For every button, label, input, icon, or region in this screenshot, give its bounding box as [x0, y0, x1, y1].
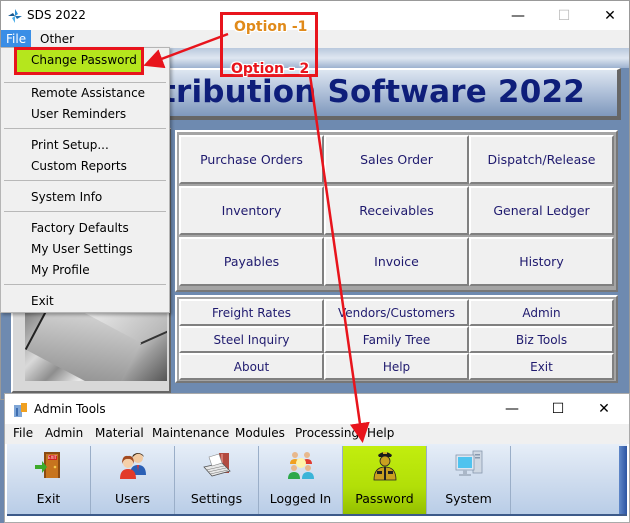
change-password-label: Change Password: [31, 53, 137, 67]
file-menu-dropdown: Change Password Remote Assistance User R…: [0, 47, 170, 313]
help-button[interactable]: Help: [324, 353, 469, 380]
change-password-menu-item[interactable]: Change Password: [14, 47, 144, 75]
admin-menu-modules[interactable]: Modules: [235, 426, 285, 440]
inventory-button[interactable]: Inventory: [179, 186, 324, 235]
admin-button[interactable]: Admin: [469, 299, 614, 326]
admin-toolbar: EXIT Exit Users Settings Logged In Passw…: [7, 444, 627, 516]
banner-title: istribution Software 2022: [131, 74, 585, 110]
toolbar-logged-in-label: Logged In: [269, 491, 332, 506]
toolbar-edge: [619, 446, 627, 514]
user-reminders-menu-item[interactable]: User Reminders: [31, 104, 126, 124]
family-tree-button[interactable]: Family Tree: [324, 326, 469, 353]
security-guard-icon: [373, 452, 397, 481]
purchase-orders-button[interactable]: Purchase Orders: [179, 135, 324, 184]
admin-close-button[interactable]: ✕: [581, 394, 627, 423]
toolbar-system-label: System: [445, 491, 492, 506]
utility-panel: Freight Rates Vendors/Customers Admin St…: [175, 295, 618, 383]
history-button[interactable]: History: [469, 237, 614, 286]
toolbar-settings-label: Settings: [190, 491, 243, 506]
close-icon: ✕: [598, 400, 610, 417]
remote-assistance-menu-item[interactable]: Remote Assistance: [31, 83, 145, 103]
admin-tools-icon: [14, 403, 27, 417]
dispatch-release-button[interactable]: Dispatch/Release: [469, 135, 614, 184]
custom-reports-menu-item[interactable]: Custom Reports: [31, 156, 127, 176]
module-panel: Purchase Orders Sales Order Dispatch/Rel…: [175, 130, 618, 292]
admin-menu-maintenance[interactable]: Maintenance: [152, 426, 229, 440]
exit-door-icon: EXIT: [35, 452, 60, 478]
invoice-button[interactable]: Invoice: [324, 237, 469, 286]
admin-window-title: Admin Tools: [34, 402, 106, 416]
admin-title-bar: Admin Tools — ☐ ✕: [5, 394, 629, 424]
admin-menu-bar: File Admin Material Maintenance Modules …: [5, 424, 629, 444]
admin-maximize-button[interactable]: ☐: [535, 394, 581, 423]
admin-menu-processing[interactable]: Processing: [295, 426, 359, 440]
toolbar-password-button[interactable]: Password: [343, 446, 427, 514]
menu-separator: [4, 128, 166, 129]
menu-separator: [4, 284, 166, 285]
computer-icon: [455, 450, 483, 476]
menu-file[interactable]: File: [1, 30, 32, 48]
system-info-menu-item[interactable]: System Info: [31, 187, 102, 207]
close-button[interactable]: ✕: [587, 1, 630, 30]
admin-menu-material[interactable]: Material: [95, 426, 144, 440]
general-ledger-button[interactable]: General Ledger: [469, 186, 614, 235]
toolbar-exit-button[interactable]: EXIT Exit: [7, 446, 91, 514]
minimize-icon: —: [505, 400, 519, 417]
about-button[interactable]: About: [179, 353, 324, 380]
toolbar-users-label: Users: [114, 491, 150, 506]
biz-tools-button[interactable]: Biz Tools: [469, 326, 614, 353]
users-icon: [120, 453, 146, 479]
steel-sheets-image: [25, 301, 167, 381]
toolbar-logged-in-button[interactable]: Logged In: [259, 446, 343, 514]
sds-app-icon: [8, 9, 22, 23]
sales-order-button[interactable]: Sales Order: [324, 135, 469, 184]
minimize-button[interactable]: —: [495, 1, 541, 30]
toolbar-password-label: Password: [355, 491, 414, 506]
admin-menu-admin[interactable]: Admin: [45, 426, 83, 440]
admin-minimize-button[interactable]: —: [489, 394, 535, 423]
svg-text:EXIT: EXIT: [48, 455, 57, 460]
factory-defaults-menu-item[interactable]: Factory Defaults: [31, 218, 129, 238]
admin-menu-help[interactable]: Help: [367, 426, 394, 440]
my-user-settings-menu-item[interactable]: My User Settings: [31, 239, 133, 259]
admin-menu-file[interactable]: File: [13, 426, 33, 440]
vendors-customers-button[interactable]: Vendors/Customers: [324, 299, 469, 326]
close-icon: ✕: [604, 7, 616, 24]
payables-button[interactable]: Payables: [179, 237, 324, 286]
freight-rates-button[interactable]: Freight Rates: [179, 299, 324, 326]
steel-inquiry-button[interactable]: Steel Inquiry: [179, 326, 324, 353]
menu-separator: [4, 211, 166, 212]
menu-other[interactable]: Other: [35, 30, 79, 48]
my-profile-menu-item[interactable]: My Profile: [31, 260, 90, 280]
menu-separator: [4, 180, 166, 181]
toolbar-users-button[interactable]: Users: [91, 446, 175, 514]
logged-in-group-icon: [288, 452, 314, 479]
admin-tools-window: Admin Tools — ☐ ✕ File Admin Material Ma…: [4, 393, 630, 523]
maximize-icon: ☐: [557, 7, 571, 24]
printer-settings-icon: [203, 453, 231, 477]
maximize-icon: ☐: [551, 400, 565, 417]
option-2-label: Option - 2: [231, 61, 310, 77]
toolbar-system-button[interactable]: System: [427, 446, 511, 514]
maximize-button[interactable]: ☐: [541, 1, 587, 30]
option-1-label: Option -1: [234, 19, 308, 35]
main-window-title: SDS 2022: [27, 8, 86, 22]
print-setup-menu-item[interactable]: Print Setup...: [31, 135, 109, 155]
receivables-button[interactable]: Receivables: [324, 186, 469, 235]
toolbar-exit-label: Exit: [36, 491, 61, 506]
screenshot-root: SDS 2022 — ☐ ✕ File Other istribution So…: [0, 0, 630, 523]
exit-button[interactable]: Exit: [469, 353, 614, 380]
exit-menu-item[interactable]: Exit: [31, 291, 54, 311]
toolbar-settings-button[interactable]: Settings: [175, 446, 259, 514]
minimize-icon: —: [511, 7, 525, 24]
